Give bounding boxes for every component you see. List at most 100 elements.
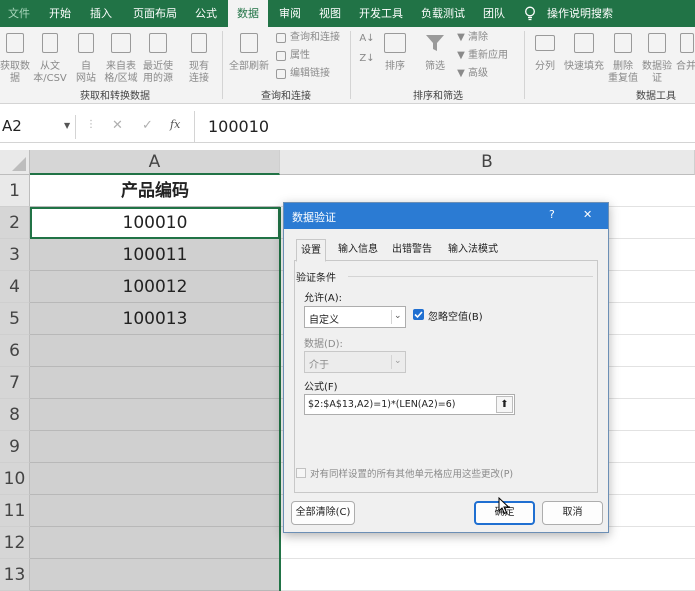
row-header[interactable]: 6 <box>0 335 30 367</box>
reapply-icon: ▼ <box>457 50 465 61</box>
tab-insert[interactable]: 插入 <box>82 0 120 27</box>
row-header[interactable]: 5 <box>0 303 30 335</box>
cancel-button[interactable]: 取消 <box>542 501 603 525</box>
consolidate-button[interactable]: 合并 <box>676 29 695 85</box>
column-header-a[interactable]: A <box>30 150 280 175</box>
ignore-blank-checkbox[interactable] <box>413 309 424 320</box>
tab-formulas[interactable]: 公式 <box>188 0 224 27</box>
tab-input-message[interactable]: 输入信息 <box>334 239 382 261</box>
web-page-icon <box>78 33 94 53</box>
enter-check-icon[interactable]: ✓ <box>142 118 153 133</box>
from-csv-label-1: 从文 <box>40 61 60 72</box>
text-to-columns-icon <box>535 35 555 51</box>
allow-select[interactable]: 自定义 ⌄ <box>304 306 406 328</box>
formula-field[interactable]: $2:$A$13,A2)=1)*(LEN(A2)=6) ⬆ <box>304 394 515 415</box>
properties-icon <box>276 51 286 61</box>
row-header[interactable]: 2 <box>0 207 30 239</box>
table-cell[interactable]: 100011 <box>30 239 280 271</box>
cancel-icon[interactable]: ✕ <box>112 118 123 133</box>
sort-az-icons[interactable]: A↓ Z↓ <box>356 33 378 73</box>
from-web-button[interactable]: 自 网站 <box>70 29 102 85</box>
row-header[interactable]: 11 <box>0 495 30 527</box>
data-select[interactable]: 介于 ⌄ <box>304 351 406 373</box>
name-box[interactable]: A2 ▼ <box>0 115 76 139</box>
data-validation-button[interactable]: 数据验 证 <box>640 29 674 85</box>
existing-connections-button[interactable]: 现有 连接 <box>182 29 216 85</box>
row-header[interactable]: 7 <box>0 367 30 399</box>
connection-file-icon <box>191 33 207 53</box>
row-header[interactable]: 13 <box>0 559 30 591</box>
more-options-icon[interactable]: ⋮ <box>86 119 96 130</box>
queries-connections-button[interactable]: 查询和连接 <box>274 31 344 45</box>
dialog-title: 数据验证 <box>292 211 336 224</box>
table-cell[interactable] <box>30 463 280 495</box>
table-cell[interactable] <box>30 335 280 367</box>
tab-view[interactable]: 视图 <box>312 0 348 27</box>
tab-data[interactable]: 数据 <box>228 0 268 27</box>
header-cell[interactable]: 产品编码 <box>30 175 280 207</box>
table-cell[interactable] <box>30 399 280 431</box>
sort-button[interactable]: 排序 <box>380 29 410 85</box>
table-icon <box>111 33 131 53</box>
table-cell[interactable]: 100013 <box>30 303 280 335</box>
tab-file[interactable]: 文件 <box>2 0 36 27</box>
table-cell[interactable] <box>30 527 280 559</box>
reapply-button[interactable]: ▼ 重新应用 <box>454 49 520 63</box>
advanced-filter-button[interactable]: ▼ 高级 <box>454 67 514 81</box>
filter-button[interactable]: 筛选 <box>418 29 452 85</box>
tab-settings[interactable]: 设置 <box>296 239 326 262</box>
tab-review[interactable]: 审阅 <box>272 0 308 27</box>
clear-all-button[interactable]: 全部清除(C) <box>291 501 355 525</box>
funnel-icon <box>425 33 445 53</box>
recent-sources-button[interactable]: 最近使 用的源 <box>140 29 176 85</box>
row-header[interactable]: 3 <box>0 239 30 271</box>
row-header[interactable]: 4 <box>0 271 30 303</box>
close-icon[interactable]: ✕ <box>583 208 592 221</box>
collapse-dialog-icon[interactable]: ⬆ <box>496 396 513 413</box>
group-label-queries: 查询和连接 <box>261 91 311 102</box>
insert-function-icon[interactable]: fx <box>170 118 180 131</box>
divider <box>194 111 195 143</box>
remove-duplicates-button[interactable]: 删除 重复值 <box>606 29 640 85</box>
tab-page-layout[interactable]: 页面布局 <box>126 0 184 27</box>
tab-developer[interactable]: 开发工具 <box>354 0 408 27</box>
row-header[interactable]: 10 <box>0 463 30 495</box>
tab-team[interactable]: 团队 <box>476 0 512 27</box>
table-cell[interactable] <box>280 559 695 591</box>
clear-label: 清除 <box>468 32 488 43</box>
tab-ime-mode[interactable]: 输入法模式 <box>442 239 504 261</box>
chevron-down-icon[interactable]: ▼ <box>64 121 70 130</box>
text-file-icon <box>42 33 58 53</box>
table-cell[interactable] <box>30 495 280 527</box>
row-header[interactable]: 9 <box>0 431 30 463</box>
get-data-button[interactable]: 获取数 据 <box>0 29 30 85</box>
help-icon[interactable]: ? <box>549 208 555 221</box>
formula-input[interactable]: 100010 <box>208 117 269 136</box>
row-header[interactable]: 1 <box>0 175 30 207</box>
properties-button[interactable]: 属性 <box>274 49 344 63</box>
row-header[interactable]: 8 <box>0 399 30 431</box>
text-to-columns-button[interactable]: 分列 <box>530 29 560 85</box>
tab-load-test[interactable]: 负载测试 <box>414 0 472 27</box>
clear-filter-button[interactable]: ▼ 清除 <box>454 31 514 45</box>
flash-fill-button[interactable]: 快速填充 <box>562 29 606 85</box>
tab-home[interactable]: 开始 <box>42 0 78 27</box>
chevron-down-icon: ⌄ <box>394 356 402 366</box>
apply-all-checkbox[interactable] <box>296 468 306 478</box>
from-table-button[interactable]: 来自表 格/区域 <box>102 29 140 85</box>
table-cell[interactable]: 100010 <box>30 207 280 239</box>
from-csv-button[interactable]: 从文 本/CSV <box>32 29 68 85</box>
tell-me-search[interactable]: 操作说明搜索 <box>544 0 616 27</box>
table-cell[interactable] <box>30 431 280 463</box>
edit-links-button[interactable]: 编辑链接 <box>274 67 344 81</box>
dialog-title-bar: 数据验证 ? ✕ <box>284 203 608 229</box>
table-cell[interactable] <box>30 559 280 591</box>
from-web-label-1: 自 <box>81 61 91 72</box>
row-header[interactable]: 12 <box>0 527 30 559</box>
table-cell[interactable]: 100012 <box>30 271 280 303</box>
select-all-corner[interactable] <box>0 150 30 175</box>
column-header-b[interactable]: B <box>280 150 695 175</box>
table-cell[interactable] <box>30 367 280 399</box>
tab-error-alert[interactable]: 出错警告 <box>388 239 436 261</box>
refresh-all-button[interactable]: 全部刷新 <box>226 29 272 85</box>
